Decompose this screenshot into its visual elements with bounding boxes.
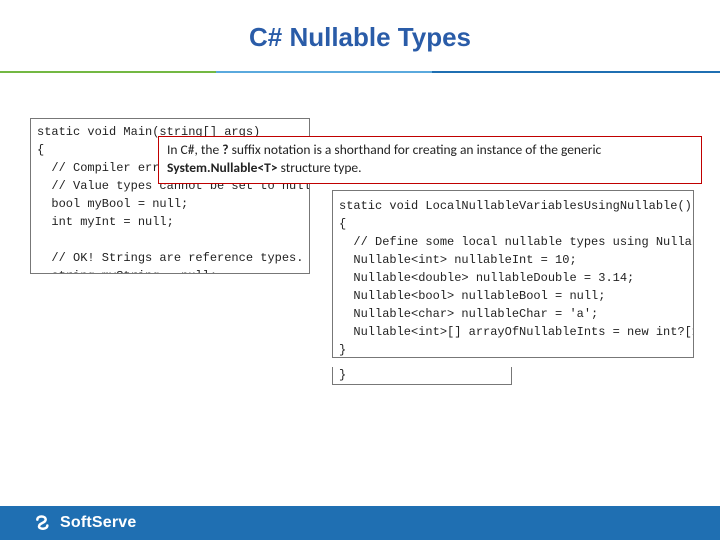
brand-logo-icon: [34, 513, 54, 533]
callout-text-post: structure type.: [278, 159, 362, 176]
code-block-right: static void LocalNullableVariablesUsingN…: [332, 190, 694, 358]
brand-logo-text: SoftServe: [60, 514, 137, 532]
callout-note: In C#, the ? suffix notation is a shorth…: [158, 136, 702, 184]
color-divider: [0, 71, 720, 73]
slide-title: C# Nullable Types: [0, 0, 720, 71]
callout-text-mid: suffix notation is a shorthand for creat…: [229, 141, 602, 158]
callout-bold-type: System.Nullable<T>: [167, 159, 278, 176]
footer-bar: SoftServe: [0, 506, 720, 540]
code-end-brace: }: [332, 367, 512, 385]
callout-text-pre: In C#, the: [167, 141, 222, 158]
